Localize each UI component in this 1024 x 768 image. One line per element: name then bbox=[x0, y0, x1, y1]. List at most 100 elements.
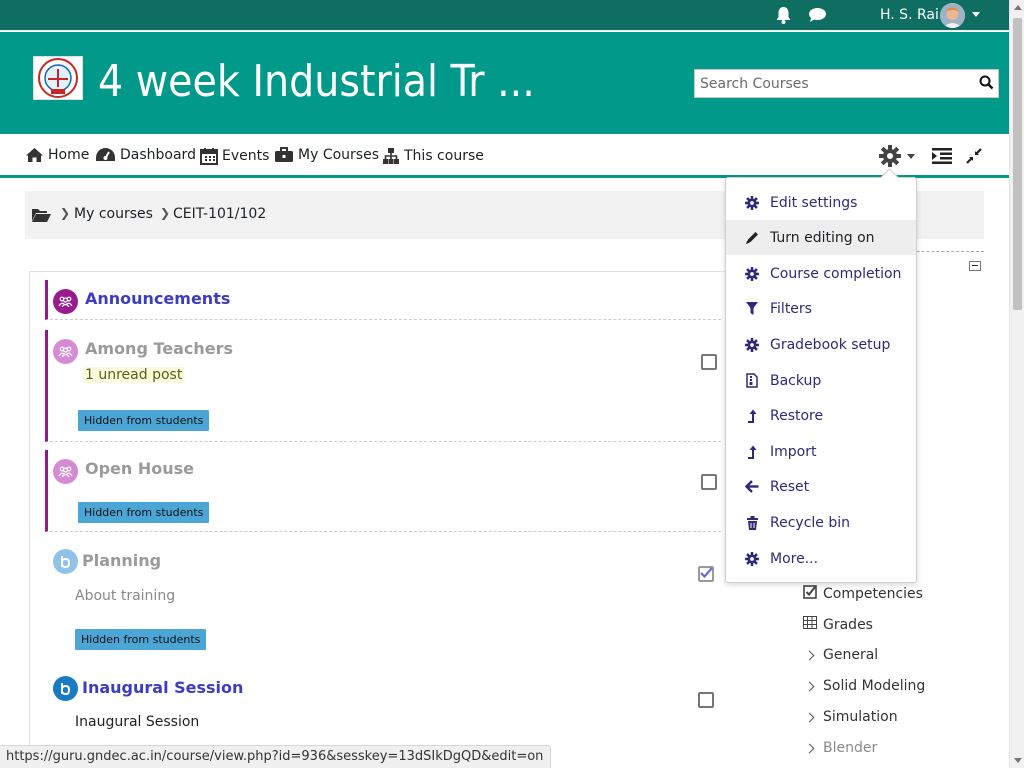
course-actions-menu: Edit settings Turn editing on Course com… bbox=[725, 177, 917, 583]
menu-item-label: More... bbox=[770, 550, 819, 567]
hidden-badge: Hidden from students bbox=[78, 410, 210, 431]
activity-open-house: Open House Hidden from students bbox=[45, 450, 721, 532]
file-archive-icon bbox=[744, 373, 760, 389]
nav-this-course[interactable]: This course bbox=[382, 147, 484, 165]
activity-title[interactable]: Among Teachers bbox=[85, 339, 233, 358]
menu-item-import[interactable]: Import bbox=[726, 434, 916, 469]
course-nav-label: Solid Modeling bbox=[823, 678, 926, 694]
chevron-right-icon: ❯ bbox=[60, 206, 71, 220]
messages-icon[interactable] bbox=[808, 7, 827, 27]
calendar-icon bbox=[200, 147, 218, 165]
search-box bbox=[694, 69, 999, 98]
menu-item-more[interactable]: More... bbox=[726, 541, 916, 576]
dashboard-icon bbox=[95, 147, 116, 163]
gear-icon bbox=[744, 337, 760, 353]
table-icon bbox=[803, 616, 817, 633]
activity-title[interactable]: Open House bbox=[85, 459, 194, 478]
search-icon[interactable] bbox=[979, 75, 994, 94]
chevron-down-icon bbox=[907, 153, 915, 159]
menu-item-label: Edit settings bbox=[770, 194, 858, 211]
course-nav-simulation[interactable]: Simulation bbox=[803, 709, 898, 725]
menu-item-label: Reset bbox=[770, 478, 810, 495]
menu-item-filters[interactable]: Filters bbox=[726, 291, 916, 326]
top-bar: H. S. Rai bbox=[0, 0, 1009, 31]
filter-icon bbox=[744, 301, 760, 317]
course-nav-blender[interactable]: Blender bbox=[803, 740, 877, 756]
notification-bell-icon[interactable] bbox=[775, 6, 792, 28]
activity-among-teachers: Among Teachers 1 unread post Hidden from… bbox=[45, 330, 721, 442]
course-actions-menu-toggle[interactable] bbox=[879, 145, 915, 167]
course-nav-label: Blender bbox=[823, 740, 878, 756]
nav-my-courses-label: My Courses bbox=[298, 147, 379, 163]
activity-inaugural-session: Inaugural Session Inaugural Session bbox=[45, 672, 721, 742]
menu-item-gradebook-setup[interactable]: Gradebook setup bbox=[726, 327, 916, 362]
page-scrollbar[interactable] bbox=[1009, 0, 1024, 768]
activity-description: About training bbox=[75, 588, 176, 604]
forum-icon bbox=[53, 339, 78, 364]
arrow-left-icon bbox=[744, 479, 760, 495]
completion-checkbox-checked[interactable] bbox=[698, 566, 714, 582]
course-nav-competencies[interactable]: Competencies bbox=[803, 585, 923, 603]
hidden-badge: Hidden from students bbox=[78, 502, 210, 523]
nav-events[interactable]: Events bbox=[200, 147, 269, 165]
menu-item-edit-settings[interactable]: Edit settings bbox=[726, 185, 916, 220]
menu-item-turn-editing-on[interactable]: Turn editing on bbox=[726, 220, 916, 255]
chevron-right-icon bbox=[804, 743, 815, 753]
unread-post-link[interactable]: 1 unread post bbox=[83, 367, 185, 383]
forum-icon bbox=[53, 459, 78, 484]
pencil-icon bbox=[744, 230, 760, 246]
menu-item-recycle-bin[interactable]: Recycle bin bbox=[726, 505, 916, 540]
toggle-blocks-button[interactable] bbox=[932, 148, 952, 164]
nav-home[interactable]: Home bbox=[25, 147, 89, 163]
scroll-up-arrow-icon[interactable] bbox=[1014, 5, 1022, 10]
user-menu-caret-icon[interactable] bbox=[972, 12, 980, 17]
menu-item-course-completion[interactable]: Course completion bbox=[726, 256, 916, 291]
menu-item-restore[interactable]: Restore bbox=[726, 398, 916, 433]
nav-events-label: Events bbox=[222, 148, 270, 164]
gear-icon bbox=[744, 266, 760, 282]
completion-checkbox[interactable] bbox=[701, 474, 717, 490]
trash-icon bbox=[744, 515, 760, 531]
bigbluebutton-icon bbox=[53, 549, 78, 574]
course-nav-solid-modeling[interactable]: Solid Modeling bbox=[803, 678, 925, 694]
activity-title[interactable]: Announcements bbox=[85, 289, 230, 308]
bigbluebutton-icon bbox=[53, 676, 78, 701]
menu-item-backup[interactable]: Backup bbox=[726, 363, 916, 398]
activity-planning: Planning About training Hidden from stud… bbox=[45, 545, 721, 660]
breadcrumb-course[interactable]: CEIT-101/102 bbox=[173, 206, 266, 222]
activity-title[interactable]: Planning bbox=[82, 551, 161, 570]
activity-description: Inaugural Session bbox=[75, 714, 200, 730]
nav-dashboard[interactable]: Dashboard bbox=[95, 147, 196, 163]
completion-checkbox[interactable] bbox=[701, 354, 717, 370]
nav-home-label: Home bbox=[48, 147, 90, 163]
collapse-block-icon[interactable] bbox=[969, 261, 981, 271]
breadcrumb-my-courses[interactable]: My courses bbox=[74, 206, 153, 222]
compress-view-button[interactable] bbox=[966, 148, 982, 164]
check-square-icon bbox=[803, 585, 817, 603]
completion-checkbox[interactable] bbox=[698, 692, 714, 708]
nav-this-course-label: This course bbox=[404, 148, 484, 164]
site-logo[interactable] bbox=[33, 56, 83, 100]
folder-open-icon[interactable] bbox=[31, 207, 51, 227]
course-nav-label: Grades bbox=[823, 616, 873, 633]
nav-my-courses[interactable]: My Courses bbox=[274, 147, 379, 163]
menu-item-label: Import bbox=[770, 443, 817, 460]
menu-item-label: Restore bbox=[770, 407, 824, 424]
user-avatar[interactable] bbox=[940, 3, 965, 28]
course-nav-general[interactable]: General bbox=[803, 647, 878, 663]
level-up-icon bbox=[744, 444, 760, 460]
search-input[interactable] bbox=[695, 70, 970, 97]
activity-title[interactable]: Inaugural Session bbox=[82, 678, 243, 697]
scroll-down-arrow-icon[interactable] bbox=[1014, 758, 1022, 763]
user-name[interactable]: H. S. Rai bbox=[880, 7, 939, 23]
menu-item-reset[interactable]: Reset bbox=[726, 469, 916, 504]
site-title[interactable]: 4 week Industrial Tr ... bbox=[98, 56, 535, 107]
course-nav-label: Competencies bbox=[823, 586, 923, 602]
chevron-right-icon bbox=[804, 712, 815, 722]
scrollbar-thumb[interactable] bbox=[1013, 18, 1022, 310]
gear-icon bbox=[879, 145, 901, 167]
outdent-icon bbox=[932, 148, 952, 164]
course-nav-grades[interactable]: Grades bbox=[803, 616, 873, 633]
menu-item-label: Gradebook setup bbox=[770, 336, 891, 353]
menu-item-label: Backup bbox=[770, 372, 822, 389]
